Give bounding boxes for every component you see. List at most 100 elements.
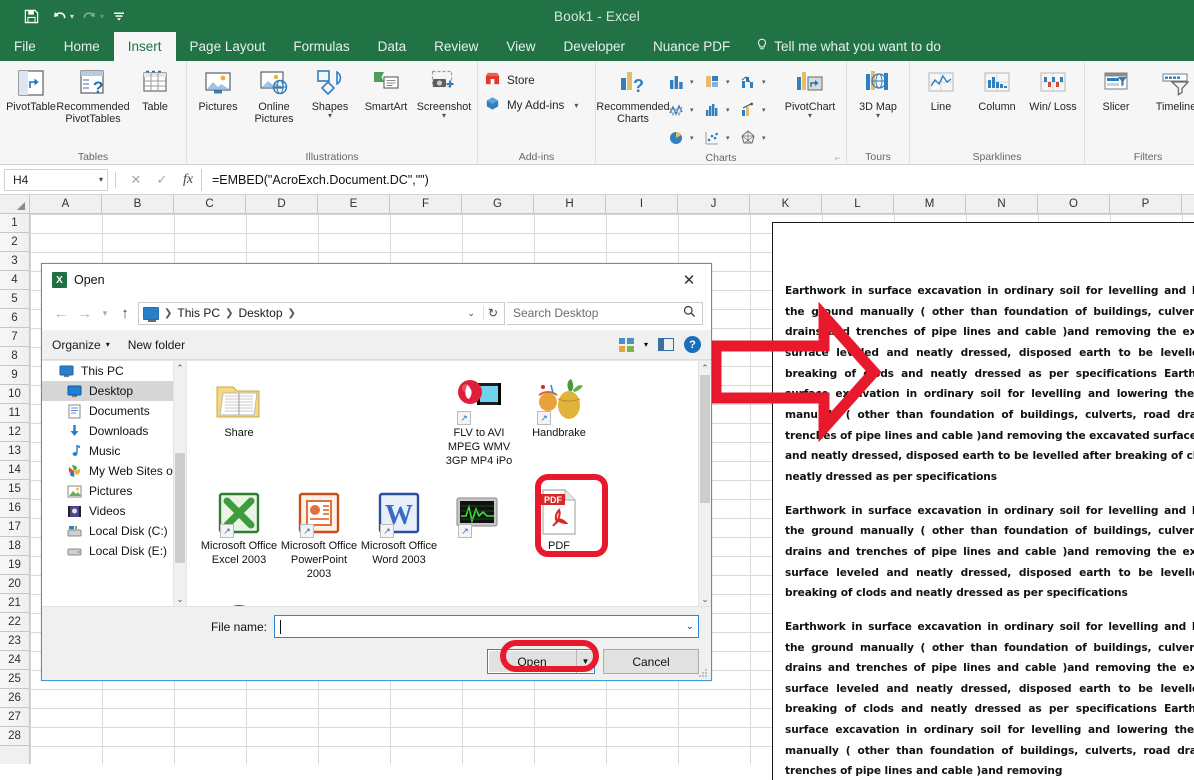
organize-button[interactable]: Organize ▾: [52, 338, 110, 352]
radar-chart-dropdown-icon[interactable]: ▾: [762, 134, 766, 142]
search-input[interactable]: Search Desktop: [507, 301, 703, 325]
tab-insert[interactable]: Insert: [113, 32, 176, 61]
select-all-corner[interactable]: [0, 195, 30, 213]
pivotchart-button[interactable]: PivotChart ▾: [778, 64, 842, 120]
file-item-flv-to-avi[interactable]: ↗ FLV to AVI MPEG WMV 3GP MP4 iPo: [439, 369, 519, 468]
tab-data[interactable]: Data: [364, 32, 421, 61]
row-header-14[interactable]: 14: [0, 461, 29, 480]
refresh-icon[interactable]: ↻: [482, 306, 502, 320]
row-header-13[interactable]: 13: [0, 442, 29, 461]
file-name-dropdown-icon[interactable]: ⌄: [686, 621, 694, 632]
name-box-dropdown-icon[interactable]: ▾: [99, 175, 103, 184]
smartart-button[interactable]: SmartArt: [359, 64, 413, 113]
breadcrumb-item-desktop[interactable]: Desktop: [236, 306, 284, 320]
stock-chart-dropdown-icon[interactable]: ▾: [762, 106, 766, 114]
sidebar-item-music[interactable]: Music: [42, 441, 186, 461]
back-arrow-icon[interactable]: ←: [50, 301, 72, 325]
slicer-button[interactable]: Slicer: [1089, 64, 1143, 113]
store-button[interactable]: Store: [484, 69, 578, 91]
my-addins-dropdown-icon[interactable]: ▾: [574, 101, 578, 110]
pie-chart-dropdown-icon[interactable]: ▾: [690, 134, 694, 142]
row-header-19[interactable]: 19: [0, 556, 29, 575]
sparkline-line-button[interactable]: Line: [914, 64, 968, 113]
row-header-11[interactable]: 11: [0, 404, 29, 423]
organize-dropdown-icon[interactable]: ▾: [106, 340, 110, 349]
insert-function-icon[interactable]: fx: [175, 172, 201, 188]
change-view-icon[interactable]: [618, 337, 634, 352]
scatter-chart-button[interactable]: ▾: [704, 129, 740, 147]
file-item-pdf[interactable]: PDF PDF: [519, 482, 599, 581]
column-header-h[interactable]: H: [534, 195, 606, 213]
file-item-handbrake[interactable]: ↗ Handbrake: [519, 369, 599, 468]
column-header-i[interactable]: I: [606, 195, 678, 213]
undo-dropdown-icon[interactable]: ▾: [70, 12, 74, 21]
tab-formulas[interactable]: Formulas: [279, 32, 363, 61]
file-item-word-2003[interactable]: W ↗ Microsoft Office Word 2003: [359, 482, 439, 581]
file-item-excel-2003[interactable]: ↗ Microsoft Office Excel 2003: [199, 482, 279, 581]
histogram-chart-button[interactable]: ▾: [704, 101, 740, 119]
tab-developer[interactable]: Developer: [549, 32, 639, 61]
open-dropdown-icon[interactable]: ▼: [576, 650, 594, 673]
row-header-28[interactable]: 28: [0, 727, 29, 746]
column-header-k[interactable]: K: [750, 195, 822, 213]
undo-icon[interactable]: [46, 4, 72, 28]
sidebar-item-local-disk-e[interactable]: Local Disk (E:): [42, 541, 186, 561]
row-header-17[interactable]: 17: [0, 518, 29, 537]
close-icon[interactable]: ✕: [667, 265, 711, 296]
column-header-g[interactable]: G: [462, 195, 534, 213]
column-header-o[interactable]: O: [1038, 195, 1110, 213]
tab-view[interactable]: View: [492, 32, 549, 61]
redo-icon[interactable]: [76, 4, 102, 28]
dialog-resize-grip[interactable]: [698, 668, 708, 678]
file-item-blank-2[interactable]: [359, 369, 439, 468]
file-list-scrollbar[interactable]: ⌃ ⌄: [698, 361, 711, 606]
radar-chart-button[interactable]: ▾: [740, 129, 776, 147]
forward-arrow-icon[interactable]: →: [74, 301, 96, 325]
online-pictures-button[interactable]: Online Pictures: [247, 64, 301, 125]
row-header-25[interactable]: 25: [0, 670, 29, 689]
sparkline-column-button[interactable]: Column: [970, 64, 1024, 113]
row-header-10[interactable]: 10: [0, 385, 29, 404]
sidebar-item-my-web-sites[interactable]: My Web Sites on: [42, 461, 186, 481]
recommended-charts-button[interactable]: ? Recommended Charts: [596, 64, 670, 125]
my-addins-button[interactable]: My Add-ins ▾: [484, 94, 578, 116]
row-header-6[interactable]: 6: [0, 309, 29, 328]
row-header-2[interactable]: 2: [0, 233, 29, 252]
sidebar-item-pictures[interactable]: Pictures: [42, 481, 186, 501]
scroll-down-icon[interactable]: ⌄: [174, 592, 186, 606]
stock-chart-button[interactable]: ▾: [740, 101, 776, 119]
file-item-powerpoint-2003[interactable]: ↗ Microsoft Office PowerPoint 2003: [279, 482, 359, 581]
embedded-pdf-object[interactable]: Earthwork in surface excavation in ordin…: [772, 222, 1194, 780]
row-header-24[interactable]: 24: [0, 651, 29, 670]
charts-dialog-launcher-icon[interactable]: ⌐: [835, 153, 840, 163]
column-header-n[interactable]: N: [966, 195, 1038, 213]
row-header-7[interactable]: 7: [0, 328, 29, 347]
row-header-27[interactable]: 27: [0, 708, 29, 727]
tab-review[interactable]: Review: [420, 32, 492, 61]
row-header-3[interactable]: 3: [0, 252, 29, 271]
scroll-up-icon[interactable]: ⌃: [174, 361, 186, 375]
file-item-info[interactable]: ↗: [199, 595, 279, 606]
column-header-l[interactable]: L: [822, 195, 894, 213]
tell-me-box[interactable]: Tell me what you want to do: [744, 32, 941, 61]
histogram-chart-dropdown-icon[interactable]: ▾: [726, 106, 730, 114]
enter-icon[interactable]: ✓: [149, 172, 175, 188]
row-header-16[interactable]: 16: [0, 499, 29, 518]
scroll-down-icon[interactable]: ⌄: [699, 592, 711, 606]
row-header-21[interactable]: 21: [0, 594, 29, 613]
row-header-9[interactable]: 9: [0, 366, 29, 385]
column-header-j[interactable]: J: [678, 195, 750, 213]
file-item-blank-1[interactable]: [279, 369, 359, 468]
tab-page-layout[interactable]: Page Layout: [176, 32, 280, 61]
sidebar-item-desktop[interactable]: Desktop: [42, 381, 186, 401]
breadcrumb[interactable]: ❯ This PC ❯ Desktop ❯ ⌄ ↻: [138, 301, 505, 325]
row-header-22[interactable]: 22: [0, 613, 29, 632]
redo-dropdown-icon[interactable]: ▾: [100, 12, 104, 21]
save-icon[interactable]: [18, 4, 44, 28]
row-header-8[interactable]: 8: [0, 347, 29, 366]
help-icon[interactable]: ?: [684, 336, 701, 353]
column-header-c[interactable]: C: [174, 195, 246, 213]
new-folder-button[interactable]: New folder: [128, 338, 185, 352]
bar-chart-button[interactable]: ▾: [704, 73, 740, 91]
column-header-p[interactable]: P: [1110, 195, 1182, 213]
